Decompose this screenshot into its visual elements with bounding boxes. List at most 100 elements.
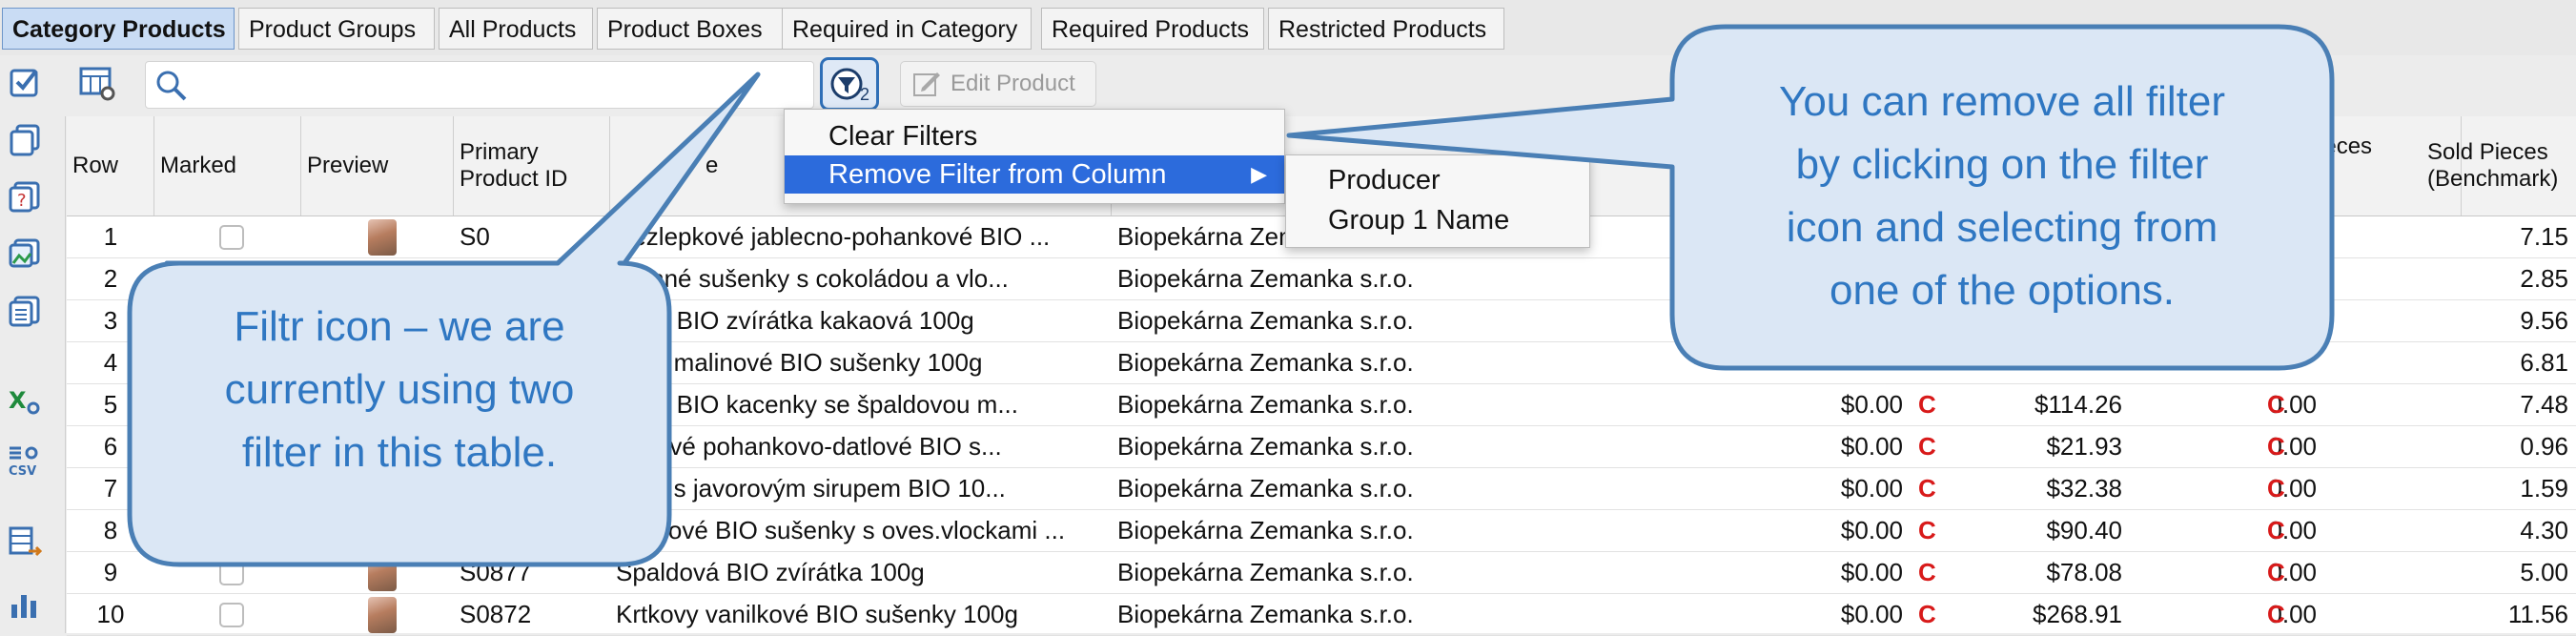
menu-item-remove-filter-label: Remove Filter from Column — [828, 159, 1167, 190]
cell-product-name: Špaldová BIO zvírátka 100g — [616, 558, 925, 586]
product-preview-thumbnail — [368, 597, 397, 633]
cell-producer: Biopekárna Zemanka s.r.o. — [1117, 558, 1414, 586]
right-callout-line-4: one of the options. — [1829, 267, 2176, 314]
svg-text:X: X — [9, 387, 27, 414]
table-row[interactable]: 8 S1057 Máslové BIO sušenky s oves.vlockam… — [67, 509, 2576, 552]
checklist-icon[interactable] — [8, 65, 42, 99]
product-preview-thumbnail — [368, 219, 397, 256]
marked-checkbox[interactable] — [219, 603, 244, 627]
svg-text:?: ? — [17, 191, 27, 211]
column-header-primary-product-id[interactable]: Primary Product ID — [454, 116, 610, 215]
currency-mark-purchase: C — [1918, 432, 1936, 461]
marked-checkbox[interactable] — [219, 225, 244, 250]
tab-all-products[interactable]: All Products — [439, 8, 593, 50]
cell-sold-pieces-benchmark: 4.30 — [2520, 516, 2568, 544]
tab-required-products[interactable]: Required Products — [1041, 8, 1264, 50]
cell-pieces — [2168, 341, 2324, 383]
cell-product-name: Máslové BIO sušenky s oves.vlockami ... — [616, 516, 1066, 544]
cell-revenue: $32.38 — [2046, 474, 2122, 503]
cell-pieces: 0.00 — [2268, 432, 2317, 461]
column-header-sold-pieces[interactable]: Sold Pieces (Benchmark) — [2422, 116, 2576, 215]
right-callout-line-3: icon and selecting from — [1786, 204, 2218, 251]
csv-export-icon[interactable]: CSV — [8, 442, 42, 477]
cell-producer: Biopekárna Zemanka s.r.o. — [1117, 432, 1414, 461]
tab-restricted-products[interactable]: Restricted Products — [1268, 8, 1504, 50]
column-header-row[interactable]: Row — [67, 116, 154, 215]
left-callout-line-1: Filtr icon – we are — [234, 303, 565, 350]
cell-purchase-price: $0.00 — [1840, 516, 1903, 544]
marked-checkbox[interactable] — [219, 561, 244, 585]
cell-purchase-price: $0.00 — [1840, 432, 1903, 461]
cell-row-number: 9 — [103, 558, 118, 586]
filter-context-menu: Clear Filters Remove Filter from Column … — [784, 109, 1285, 204]
cell-primary-product-id: S0877 — [460, 558, 532, 586]
duplicate-icon[interactable] — [8, 122, 42, 156]
filter-button[interactable]: 2 — [820, 57, 879, 111]
cell-pieces: 0.00 — [2268, 390, 2317, 419]
edit-product-button[interactable]: Edit Product — [900, 61, 1096, 107]
submenu-arrow-icon: ▶ — [1251, 162, 1267, 186]
cell-product-name: ezrnné sušenky s cokoládou a vlo... — [616, 264, 1009, 293]
remove-filter-submenu: Producer Group 1 Name — [1285, 154, 1590, 248]
cell-producer: Biopekárna Zemanka s.r.o. — [1117, 306, 1414, 335]
menu-item-clear-filters[interactable]: Clear Filters — [785, 117, 1284, 155]
tab-bar: Category Products Product Groups All Pro… — [0, 0, 2576, 56]
list-copy-icon[interactable] — [8, 294, 42, 328]
currency-mark-pieces: C — [2267, 516, 2285, 544]
right-callout-text: You can remove all filter by clicking on… — [1680, 71, 2324, 322]
tab-product-groups[interactable]: Product Groups — [238, 8, 435, 50]
cell-primary-product-id: S1057 — [460, 516, 532, 544]
cell-product-name: kovy malinové BIO sušenky 100g — [616, 348, 983, 377]
cell-producer: Biopekárna Zemanka s.r.o. — [1117, 390, 1414, 419]
right-callout-line-1: You can remove all filter — [1779, 78, 2225, 125]
table-row[interactable]: 10 S0872 Krtkovy vanilkové BIO sušenky 100… — [67, 593, 2576, 636]
marked-checkbox[interactable] — [219, 267, 244, 292]
tab-category-products[interactable]: Category Products — [2, 8, 235, 50]
cell-sold-pieces-benchmark: 7.48 — [2520, 390, 2568, 419]
left-toolbar: ? X CSV — [0, 55, 66, 633]
cell-purchase-price: $0.00 — [1840, 474, 1903, 503]
cell-producer: Biopekárna Zemanka s.r.o. — [1117, 264, 1414, 293]
cell-revenue: $90.40 — [2046, 516, 2122, 544]
image-icon[interactable] — [8, 236, 42, 271]
excel-export-icon[interactable]: X — [8, 385, 42, 420]
table-settings-icon[interactable] — [78, 65, 116, 103]
cell-revenue: $268.91 — [2033, 600, 2122, 628]
table-row[interactable]: 9 S0877 Špaldová BIO zvírátka 100g Biopekár… — [67, 551, 2576, 594]
menu-item-remove-filter-from-column[interactable]: Remove Filter from Column ▶ — [785, 155, 1284, 194]
cell-sold-pieces-benchmark: 1.59 — [2520, 474, 2568, 503]
cell-product-name: Krtkovy vanilkové BIO sušenky 100g — [616, 600, 1018, 628]
cell-sold-pieces-benchmark: 9.56 — [2520, 306, 2568, 335]
currency-mark-purchase: C — [1918, 558, 1936, 586]
currency-mark-purchase: C — [1918, 390, 1936, 419]
cell-revenue: $78.08 — [2046, 558, 2122, 586]
search-input[interactable] — [145, 61, 814, 109]
currency-mark-pieces: C — [2267, 558, 2285, 586]
cell-producer: Biopekárna Zemanka s.r.o. — [1117, 474, 1414, 503]
cell-pieces: 0.00 — [2268, 516, 2317, 544]
submenu-item-producer[interactable]: Producer — [1328, 161, 1441, 199]
column-header-name-label: e — [705, 153, 719, 178]
product-preview-thumbnail — [368, 261, 397, 297]
cell-purchase-price: $0.00 — [1840, 558, 1903, 586]
cell-primary-product-id — [454, 257, 610, 299]
submenu-item-group-1-name[interactable]: Group 1 Name — [1328, 201, 1509, 239]
bar-chart-icon[interactable] — [8, 587, 42, 622]
cell-producer: Biopekárna Zemanka s.r.o. — [1117, 348, 1414, 377]
tab-product-boxes[interactable]: Product Boxes — [597, 8, 787, 50]
filter-icon — [830, 68, 863, 100]
filter-count-badge: 2 — [859, 85, 869, 104]
right-callout-line-2: by clicking on the filter — [1795, 141, 2209, 188]
column-header-preview[interactable]: Preview — [301, 116, 454, 215]
cell-row-number: 8 — [103, 516, 118, 544]
marked-checkbox[interactable] — [219, 519, 244, 544]
cell-row-number: 2 — [103, 264, 118, 293]
table-transfer-icon[interactable] — [8, 524, 42, 559]
unknown-item-icon[interactable]: ? — [8, 179, 42, 214]
tab-required-in-category[interactable]: Required in Category — [782, 8, 1032, 50]
column-header-marked[interactable]: Marked — [154, 116, 301, 215]
cell-row-number: 1 — [103, 222, 118, 251]
currency-mark-pieces: C — [2267, 474, 2285, 503]
cell-revenue — [1964, 341, 2130, 383]
currency-mark-pieces: C — [2267, 432, 2285, 461]
